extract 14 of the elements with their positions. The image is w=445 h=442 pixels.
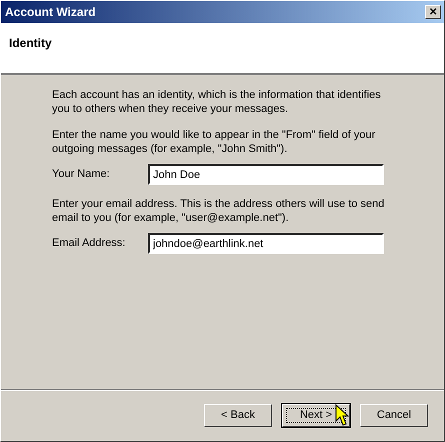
- window-title: Account Wizard: [5, 4, 96, 21]
- input-field[interactable]: John Doe: [148, 164, 384, 185]
- instruction-text: Each account has an identity, which is the information that identifies you to others when they receive your messages.: [52, 88, 382, 116]
- field-label: Your Name:: [52, 167, 111, 182]
- wizard-button[interactable]: Cancel: [360, 404, 428, 427]
- cursor-icon: [335, 404, 349, 426]
- instruction-text: Enter the name you would like to appear in the "From" field of your outgoing messages (for example, "John Smith").: [52, 128, 376, 156]
- close-button[interactable]: ✕: [425, 5, 441, 19]
- instruction-text: Enter your email address. This is the address others will use to send email to you (for example, "user@example.net").: [52, 197, 386, 225]
- field-label: Email Address:: [52, 236, 126, 252]
- wizard-button[interactable]: Next >: [282, 404, 350, 427]
- page-title: Identity: [9, 35, 53, 52]
- wizard-button[interactable]: < Back: [204, 404, 272, 427]
- input-field[interactable]: johndoe@earthlink.net: [148, 233, 384, 254]
